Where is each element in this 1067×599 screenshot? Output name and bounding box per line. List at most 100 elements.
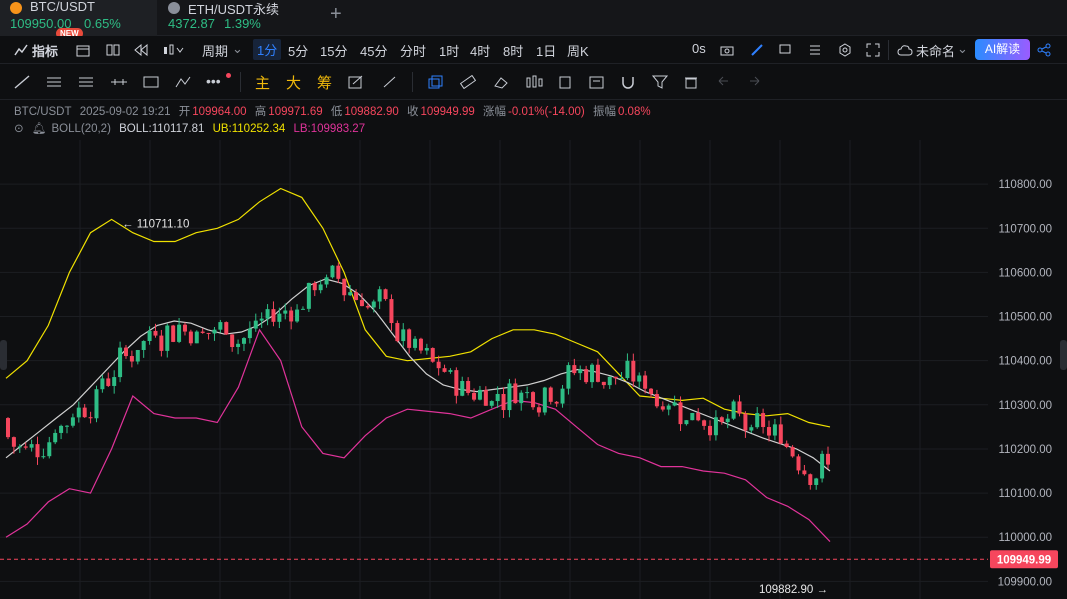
- candle-down: [796, 456, 801, 471]
- candle-down: [159, 335, 164, 351]
- divider: [412, 72, 413, 92]
- candle-down: [436, 361, 441, 369]
- candlestick-chart[interactable]: 110800.00 110700.00 110600.00 110500.00 1104…: [0, 140, 1067, 599]
- pencil-icon[interactable]: [750, 43, 764, 57]
- interval-8h[interactable]: 8时: [503, 41, 523, 60]
- boll-label[interactable]: BOLL(20,2): [51, 123, 110, 135]
- candle-down: [200, 331, 205, 333]
- layout-name-dropdown[interactable]: 未命名: [916, 41, 955, 60]
- btc-coin-icon: [10, 2, 22, 14]
- candles-icon[interactable]: [525, 75, 543, 89]
- edit-icon[interactable]: [348, 75, 364, 89]
- candle-down: [702, 420, 707, 426]
- candle-up: [755, 413, 760, 428]
- undo-icon[interactable]: [716, 75, 730, 89]
- ai-analysis-button[interactable]: AI解读: [975, 39, 1030, 60]
- interval-weekly[interactable]: 周K: [567, 41, 589, 60]
- tab-btc-usdt[interactable]: BTC/USDT 109950.00 0.65% NEW: [0, 0, 157, 39]
- comment-icon[interactable]: [778, 43, 792, 57]
- eraser-icon[interactable]: [493, 75, 509, 89]
- add-tab-icon[interactable]: +: [330, 3, 342, 26]
- candle-up: [29, 444, 34, 448]
- bell-icon[interactable]: 🔔︎: [32, 123, 47, 135]
- period-dropdown[interactable]: 周期: [202, 41, 228, 60]
- candle-down: [454, 370, 459, 396]
- copy-icon[interactable]: [428, 75, 444, 89]
- magnet-icon[interactable]: [620, 75, 636, 89]
- candle-up: [371, 301, 376, 308]
- big-order-button[interactable]: 大: [286, 72, 301, 93]
- divider: [888, 40, 889, 60]
- candle-down: [23, 446, 28, 448]
- collapse-icon[interactable]: ⊙: [14, 123, 24, 135]
- cloud-icon[interactable]: [897, 44, 913, 56]
- candle-up: [295, 309, 300, 322]
- candle-down: [342, 278, 347, 296]
- share-icon[interactable]: [1037, 43, 1051, 57]
- list-icon[interactable]: [808, 43, 822, 57]
- candle-up: [713, 417, 718, 436]
- settings-icon[interactable]: [838, 43, 852, 57]
- note-icon[interactable]: [589, 75, 605, 89]
- channel-icon[interactable]: [78, 75, 94, 89]
- boll-row: ⊙ 🔔︎ BOLL(20,2) BOLL:110117.81 UB:110252.…: [14, 121, 370, 135]
- candle-up: [489, 401, 494, 406]
- tab-eth-usdt[interactable]: ETH/USDT永续 4372.87 1.39%: [158, 0, 308, 36]
- candle-down: [354, 292, 359, 301]
- layout-icon[interactable]: [106, 43, 120, 57]
- pattern-icon[interactable]: [175, 75, 191, 89]
- candle-down: [595, 364, 600, 382]
- close-value: 109949.99: [420, 106, 475, 118]
- candle-up: [141, 340, 146, 350]
- brush-icon[interactable]: [382, 75, 398, 89]
- chips-button[interactable]: 筹: [317, 72, 332, 93]
- redo-icon[interactable]: [748, 75, 762, 89]
- calendar-icon[interactable]: [76, 43, 90, 57]
- candle-type-icon[interactable]: [162, 43, 184, 57]
- candle-up: [17, 446, 22, 448]
- candle-up: [820, 453, 825, 479]
- interval-timeshare[interactable]: 分时: [400, 41, 426, 60]
- open-label: 开: [178, 106, 191, 118]
- interval-1d[interactable]: 1日: [536, 41, 556, 60]
- candle-down: [224, 322, 229, 335]
- rewind-icon[interactable]: [134, 43, 148, 57]
- filter-icon[interactable]: [652, 75, 668, 89]
- ruler-icon[interactable]: [460, 75, 476, 89]
- symbol-label: BTC/USDT: [14, 106, 72, 118]
- indicator-icon[interactable]: [14, 43, 28, 57]
- candle-down: [778, 424, 783, 444]
- fullscreen-icon[interactable]: [866, 43, 880, 57]
- candle-down: [572, 365, 577, 374]
- interval-1m[interactable]: 1分: [253, 39, 282, 60]
- boll-lower-line: [5, 328, 831, 543]
- chevron-down-icon[interactable]: ⌄: [232, 41, 243, 57]
- interval-5m[interactable]: 5分: [288, 41, 308, 60]
- measure-icon[interactable]: [110, 75, 128, 89]
- chevron-down-icon[interactable]: ⌄: [957, 41, 968, 57]
- clipboard-icon[interactable]: [558, 75, 572, 89]
- right-scroll-handle[interactable]: [1060, 340, 1067, 370]
- candle-up: [578, 369, 583, 374]
- candle-down: [601, 381, 606, 386]
- top-toolbar: 指标 周期 ⌄ 1分 5分 15分 45分 分时 1时 4时 8时 1日 周K …: [0, 36, 1067, 64]
- interval-1h[interactable]: 1时: [439, 41, 459, 60]
- main-chart-button[interactable]: 主: [255, 72, 270, 93]
- more-tools-icon[interactable]: •••: [206, 73, 221, 89]
- candle-up: [684, 420, 689, 425]
- left-scroll-handle[interactable]: [0, 340, 7, 370]
- rectangle-icon[interactable]: [143, 75, 159, 89]
- camera-icon[interactable]: [720, 43, 734, 57]
- y-tick-label: 110700.00: [998, 223, 1052, 235]
- trash-icon[interactable]: [684, 75, 698, 89]
- horizontal-lines-icon[interactable]: [46, 75, 62, 89]
- trend-line-icon[interactable]: [14, 75, 30, 89]
- y-tick-label: 110400.00: [998, 356, 1052, 368]
- interval-15m[interactable]: 15分: [320, 41, 347, 60]
- candle-down: [649, 388, 654, 395]
- candle-up: [672, 402, 677, 406]
- interval-4h[interactable]: 4时: [470, 41, 490, 60]
- interval-45m[interactable]: 45分: [360, 41, 387, 60]
- indicators-button[interactable]: 指标: [32, 41, 58, 60]
- candle-down: [584, 369, 589, 383]
